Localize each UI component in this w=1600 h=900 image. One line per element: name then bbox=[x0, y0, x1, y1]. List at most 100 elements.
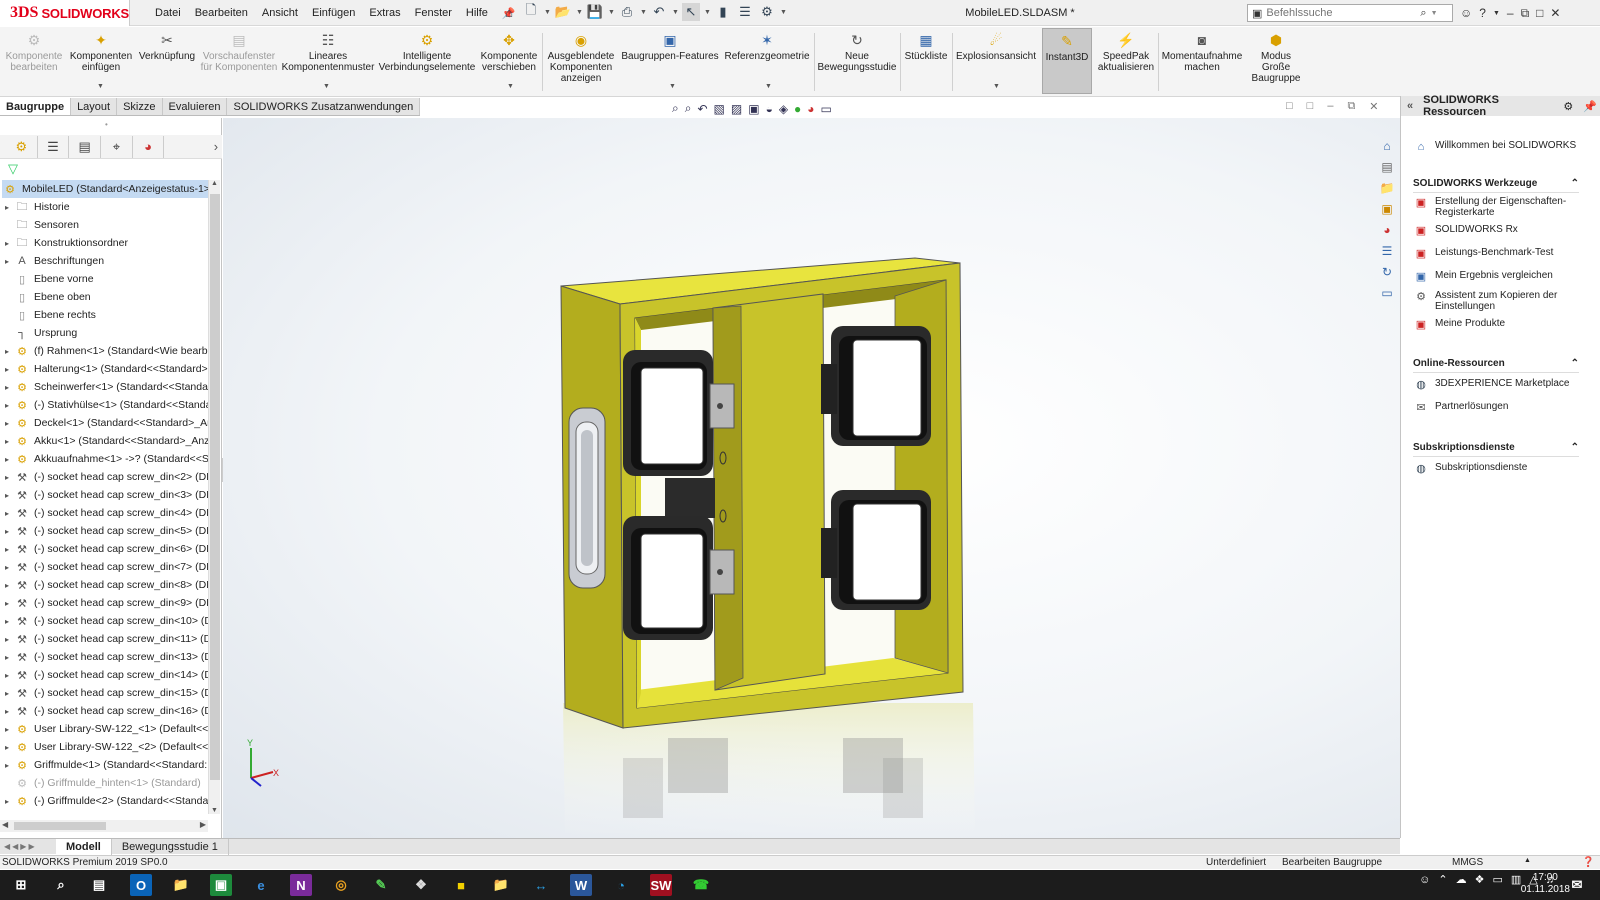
expand-arrow-icon[interactable]: ▸ bbox=[0, 671, 14, 680]
subscription-item[interactable]: ◍ Subskriptionsdienste bbox=[1413, 462, 1593, 476]
expand-arrow-icon[interactable]: ▸ bbox=[0, 257, 14, 266]
folder-sync-icon[interactable]: 📁 bbox=[490, 874, 512, 896]
resource-tool-item[interactable]: ▣ Meine Produkte bbox=[1413, 318, 1593, 332]
tree-node[interactable]: ▸ ⚒ (-) socket head cap screw_din<8> (DII bbox=[0, 576, 208, 594]
filter-icon[interactable]: ▽ bbox=[8, 161, 18, 177]
tree-root-node[interactable]: ⚙ MobileLED (Standard<Anzeigestatus-1>) bbox=[2, 180, 208, 198]
tab-baugruppe[interactable]: Baugruppe bbox=[0, 98, 72, 115]
tree-node[interactable]: ┐ Ursprung bbox=[0, 324, 208, 342]
messenger-icon[interactable]: ◔ bbox=[610, 874, 632, 896]
undo-icon[interactable]: ↶ bbox=[650, 3, 668, 21]
pin-panel-icon[interactable]: 📌 bbox=[1583, 100, 1597, 113]
expand-arrow-icon[interactable]: ▸ bbox=[0, 347, 14, 356]
tree-node[interactable]: ▸ 🗀 Historie bbox=[0, 198, 208, 216]
tree-node[interactable]: ▸ ⚒ (-) socket head cap screw_din<4> (DII bbox=[0, 504, 208, 522]
battery-icon[interactable]: ▭ bbox=[1492, 873, 1502, 886]
expand-arrow-icon[interactable]: ▸ bbox=[0, 563, 14, 572]
scroll-right-icon[interactable]: ▶ bbox=[200, 820, 206, 829]
select-arrow-icon[interactable]: ↖ bbox=[682, 3, 700, 21]
word-icon[interactable]: W bbox=[570, 874, 592, 896]
tab-layout[interactable]: Layout bbox=[71, 98, 118, 115]
snapshot-button[interactable]: ◙ Momentaufnahme machen bbox=[1160, 31, 1244, 74]
collapse-chevron-icon[interactable]: ⌃ bbox=[1571, 442, 1579, 453]
file-properties-icon[interactable]: ☰ bbox=[736, 3, 754, 21]
command-search[interactable]: ▣ ⌕ ▼ bbox=[1247, 4, 1453, 22]
exploded-view-button[interactable]: ☄ Explosionsansicht bbox=[954, 31, 1038, 63]
expand-arrow-icon[interactable]: ▸ bbox=[0, 707, 14, 716]
chevron-down-icon[interactable]: ▼ bbox=[608, 9, 615, 16]
move-component-button[interactable]: ✥ Komponente verschieben bbox=[478, 31, 540, 74]
restore-icon[interactable]: ⧉ bbox=[1521, 6, 1530, 21]
mate-button[interactable]: ✂ Verknüpfung bbox=[136, 31, 198, 63]
tab-modell[interactable]: Modell bbox=[56, 838, 112, 855]
tools-section-header[interactable]: SOLIDWORKS Werkzeuge ⌃ bbox=[1413, 178, 1579, 193]
resource-tool-item[interactable]: ▣ Erstellung der Eigenschaften-Registerka… bbox=[1413, 196, 1593, 218]
chevron-down-icon[interactable]: ▼ bbox=[704, 9, 711, 16]
tree-node[interactable]: ▸ ⚒ (-) socket head cap screw_din<14> (D bbox=[0, 666, 208, 684]
tree-node[interactable]: ▸ ⚒ (-) socket head cap screw_din<13> (D bbox=[0, 648, 208, 666]
outlook-icon[interactable]: O bbox=[130, 874, 152, 896]
viewport-minimize-icon[interactable]: – bbox=[1327, 100, 1333, 113]
tree-node[interactable]: ▸ ⚙ Scheinwerfer<1> (Standard<<Standa bbox=[0, 378, 208, 396]
onenote-icon[interactable]: N bbox=[290, 874, 312, 896]
tree-node[interactable]: ▸ ⚒ (-) socket head cap screw_din<5> (DII bbox=[0, 522, 208, 540]
tree-node[interactable]: ▸ ⚒ (-) socket head cap screw_din<6> (DII bbox=[0, 540, 208, 558]
scroll-down-icon[interactable]: ▼ bbox=[211, 807, 218, 814]
cloud-icon[interactable]: ☁ bbox=[1456, 873, 1467, 886]
chevron-down-icon[interactable]: ▼ bbox=[576, 9, 583, 16]
instant3d-button[interactable]: ✎ Instant3D bbox=[1042, 28, 1092, 94]
view-palette-icon[interactable]: ▣ bbox=[1378, 201, 1396, 217]
scrollbar-thumb[interactable] bbox=[210, 194, 220, 780]
expand-arrow-icon[interactable]: ▸ bbox=[0, 599, 14, 608]
chevron-down-icon[interactable]: ▼ bbox=[669, 83, 676, 90]
expand-arrow-icon[interactable]: ▸ bbox=[0, 203, 14, 212]
subscription-section-header[interactable]: Subskriptionsdienste ⌃ bbox=[1413, 442, 1579, 457]
help-icon[interactable]: ? bbox=[1479, 6, 1486, 20]
tree-node[interactable]: ▯ Ebene vorne bbox=[0, 270, 208, 288]
maximize-icon[interactable]: □ bbox=[1536, 6, 1543, 20]
traffic-light-icon[interactable]: ▮ bbox=[714, 3, 732, 21]
section-view-icon[interactable]: ▧ bbox=[714, 102, 725, 116]
tree-node[interactable]: ▸ ⚒ (-) socket head cap screw_din<2> (DII bbox=[0, 468, 208, 486]
chevron-down-icon[interactable]: ▼ bbox=[507, 83, 514, 90]
search-icon[interactable]: ⌕ bbox=[1420, 7, 1426, 20]
resource-tool-item[interactable]: ⚙ Assistent zum Kopieren der Einstellunge… bbox=[1413, 290, 1593, 312]
expand-arrow-icon[interactable]: ▸ bbox=[0, 743, 14, 752]
notepad-icon[interactable]: ✎ bbox=[370, 874, 392, 896]
expand-arrow-icon[interactable]: ▸ bbox=[0, 527, 14, 536]
edit-component-button[interactable]: ⚙ Komponente bearbeiten bbox=[4, 31, 64, 74]
smart-fasteners-button[interactable]: ⚙ Intelligente Verbindungselemente bbox=[378, 31, 476, 74]
tree-node[interactable]: ▸ ⚙ User Library-SW-122_<2> (Default<<I bbox=[0, 738, 208, 756]
resource-tool-item[interactable]: ▣ Mein Ergebnis vergleichen bbox=[1413, 270, 1593, 284]
resource-tool-item[interactable]: ▣ SOLIDWORKS Rx bbox=[1413, 224, 1593, 238]
tab-motion-study-1[interactable]: Bewegungsstudie 1 bbox=[112, 838, 229, 855]
tree-node[interactable]: ▸ ⚒ (-) socket head cap screw_din<3> (DII bbox=[0, 486, 208, 504]
unit-system[interactable]: MMGS bbox=[1452, 857, 1483, 868]
chevron-down-icon[interactable]: ▼ bbox=[1431, 10, 1438, 17]
tree-node[interactable]: ▸ ⚒ (-) socket head cap screw_din<15> (D bbox=[0, 684, 208, 702]
search-icon[interactable]: ⌕ bbox=[50, 874, 72, 896]
settings-gear-icon[interactable]: ⚙ bbox=[1563, 100, 1573, 113]
notifications-icon[interactable]: ✉ bbox=[1566, 874, 1588, 896]
design-library-icon[interactable]: ▤ bbox=[1378, 159, 1396, 175]
tree-node[interactable]: ▸ ⚒ (-) socket head cap screw_din<10> (D bbox=[0, 612, 208, 630]
solidworks-logo[interactable]: 3DS SOLIDWORKS bbox=[0, 0, 130, 26]
new-document-icon[interactable]: 🗋 bbox=[522, 2, 540, 21]
tree-node[interactable]: ▸ ⚙ Griffmulde<1> (Standard<<Standard: bbox=[0, 756, 208, 774]
tree-horizontal-scrollbar[interactable]: ◀ ▶ bbox=[0, 820, 208, 832]
online-section-header[interactable]: Online-Ressourcen ⌃ bbox=[1413, 358, 1579, 373]
tree-vertical-scrollbar[interactable]: ▲ ▼ bbox=[208, 180, 220, 814]
menu-bearbeiten[interactable]: Bearbeiten bbox=[188, 7, 255, 19]
tab-skizze[interactable]: Skizze bbox=[117, 98, 163, 115]
chevron-down-icon[interactable]: ▼ bbox=[323, 83, 330, 90]
minimize-icon[interactable]: – bbox=[1507, 6, 1514, 20]
expand-arrow-icon[interactable]: ▸ bbox=[0, 437, 14, 446]
zoom-to-fit-icon[interactable]: ⌕ bbox=[672, 101, 679, 116]
collapse-chevron-icon[interactable]: ⌃ bbox=[1571, 178, 1579, 189]
chevron-down-icon[interactable]: ▼ bbox=[1493, 10, 1500, 17]
menu-fenster[interactable]: Fenster bbox=[408, 7, 459, 19]
expand-arrow-icon[interactable]: ▸ bbox=[0, 365, 14, 374]
file-explorer-icon[interactable]: 📁 bbox=[1378, 180, 1396, 196]
zoom-to-area-icon[interactable]: ⌕ bbox=[685, 101, 692, 116]
network-tool-icon[interactable]: ❖ bbox=[410, 874, 432, 896]
